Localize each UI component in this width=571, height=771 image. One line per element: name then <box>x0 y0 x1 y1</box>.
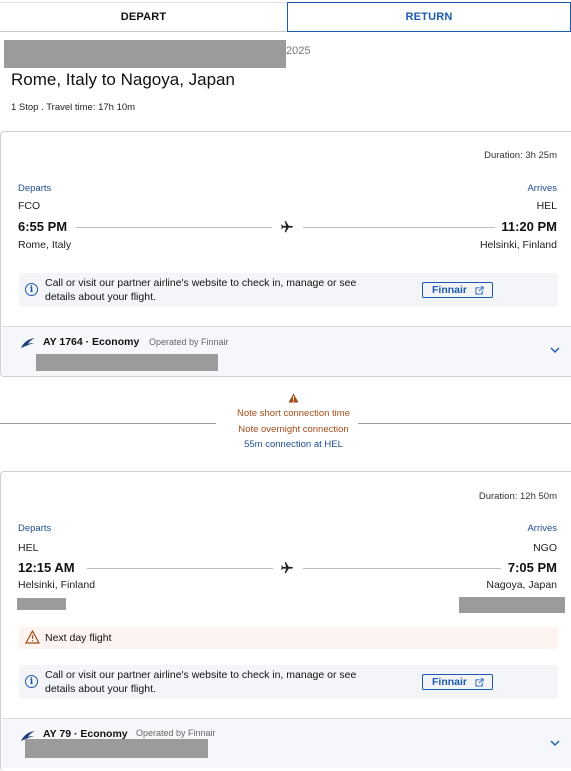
info-icon: i <box>25 283 38 296</box>
origin-city: Helsinki, Finland <box>18 579 96 591</box>
redacted-flight-detail <box>36 354 218 371</box>
origin-code: HEL <box>18 542 39 554</box>
finnair-partner-link[interactable]: Finnair <box>422 674 493 690</box>
plane-icon <box>281 562 293 574</box>
trip-summary: 1 Stop . Travel time: 17h 10m <box>11 102 136 113</box>
partner-note-text: Call or visit our partner airline's webs… <box>45 277 357 303</box>
segment-duration: Duration: 12h 50m <box>478 491 557 502</box>
redacted-origin-detail <box>17 598 66 610</box>
partner-link-label: Finnair <box>432 284 468 296</box>
departs-label: Departs <box>18 523 52 534</box>
partner-note: i Call or visit our partner airline's we… <box>19 273 558 307</box>
connection-info: 55m connection at HEL <box>244 439 343 450</box>
arrival-time: 11:20 PM <box>501 219 557 234</box>
arrival-time: 7:05 PM <box>507 560 557 575</box>
finnair-logo-icon <box>21 338 35 348</box>
operated-by: Operated by Finnair <box>136 728 216 738</box>
flight-details-toggle[interactable]: AY 1764 · Economy Operated by Finnair <box>2 326 571 376</box>
departure-time: 12:15 AM <box>18 560 75 575</box>
route-line-right <box>303 568 501 569</box>
departs-label: Departs <box>18 183 52 194</box>
redacted-flight-detail <box>25 739 208 758</box>
redacted-date <box>4 40 286 68</box>
chevron-down-icon <box>550 740 560 746</box>
origin-city: Rome, Italy <box>18 239 72 251</box>
plane-icon <box>281 221 293 233</box>
departure-time: 6:55 PM <box>18 219 68 234</box>
redacted-destination-detail <box>459 597 565 613</box>
arrives-label: Arrives <box>527 523 557 534</box>
trip-tabs: DEPART RETURN <box>0 0 571 33</box>
route-line-right <box>303 227 495 228</box>
arrives-label: Arrives <box>527 183 557 194</box>
route-line-left <box>76 227 272 228</box>
route-line-left <box>87 568 273 569</box>
segment-card-2: Duration: 12h 50m Departs Arrives HEL NG… <box>0 471 571 771</box>
destination-code: HEL <box>536 200 557 212</box>
segment-duration: Duration: 3h 25m <box>484 150 557 161</box>
connection-divider-left <box>0 423 216 424</box>
flight-number: AY 1764 · Economy <box>43 336 140 348</box>
operated-by: Operated by Finnair <box>149 337 229 347</box>
destination-city: Nagoya, Japan <box>486 579 557 591</box>
finnair-partner-link[interactable]: Finnair <box>422 282 493 298</box>
origin-code: FCO <box>18 200 41 212</box>
warning-icon <box>25 630 40 644</box>
chevron-down-icon <box>550 347 560 353</box>
short-connection-warning: Note short connection time <box>236 408 350 419</box>
tab-return[interactable]: RETURN <box>287 2 571 32</box>
partner-link-label: Finnair <box>432 676 468 688</box>
tab-depart[interactable]: DEPART <box>0 2 287 32</box>
external-link-icon <box>475 285 484 295</box>
date-suffix: 2025 <box>286 45 311 57</box>
overnight-connection-warning: Note overnight connection <box>238 424 349 435</box>
next-day-text: Next day flight <box>45 632 112 644</box>
connection-divider-right <box>358 423 571 424</box>
external-link-icon <box>475 677 484 687</box>
next-day-banner: Next day flight <box>19 627 558 649</box>
warning-icon <box>288 393 299 403</box>
route-title: Rome, Italy to Nagoya, Japan <box>11 70 235 89</box>
partner-note: i Call or visit our partner airline's we… <box>19 665 558 699</box>
flight-details-toggle[interactable]: AY 79 · Economy Operated by Finnair <box>2 718 571 768</box>
info-icon: i <box>25 675 38 688</box>
destination-code: NGO <box>533 542 557 554</box>
destination-city: Helsinki, Finland <box>479 239 557 251</box>
segment-card-1: Duration: 3h 25m Departs Arrives FCO HEL… <box>0 131 571 377</box>
partner-note-text: Call or visit our partner airline's webs… <box>45 669 357 695</box>
